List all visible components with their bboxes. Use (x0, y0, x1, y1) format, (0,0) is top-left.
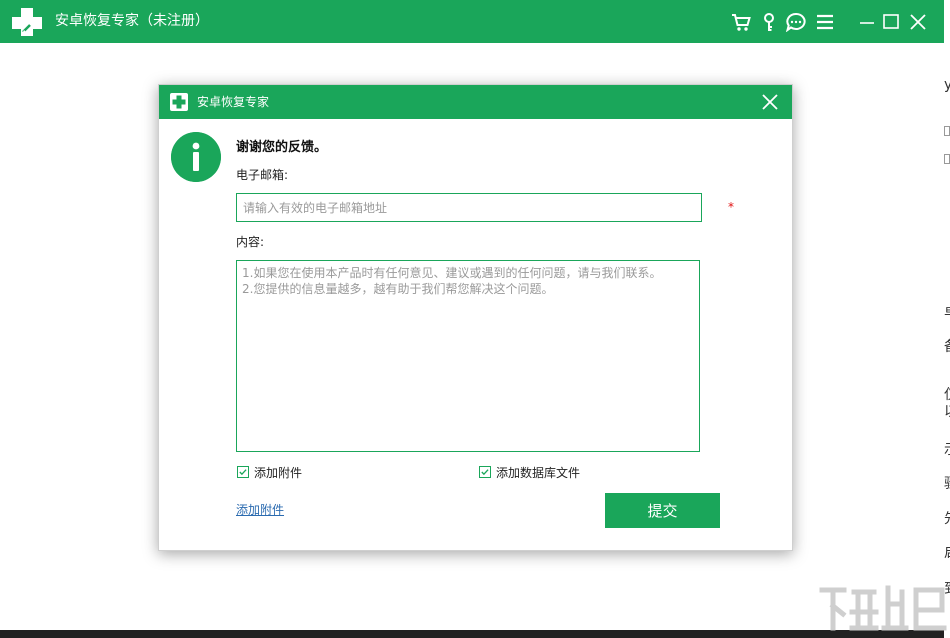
dialog-logo-icon (170, 93, 188, 111)
content-textarea[interactable] (236, 260, 700, 452)
thanks-message: 谢谢您的反馈。 (236, 140, 328, 155)
maximize-icon[interactable] (880, 12, 902, 32)
chat-icon[interactable] (785, 12, 807, 32)
bottom-edge (0, 630, 944, 638)
dialog-title: 安卓恢复专家 (197, 95, 270, 109)
info-icon (171, 132, 221, 182)
dialog-title-bar: 安卓恢复专家 (159, 85, 792, 119)
title-bar: 安卓恢复专家（未注册） (0, 0, 944, 43)
side-fragment: 仅 (944, 388, 950, 402)
side-fragment: 骤 (944, 477, 950, 491)
add-attachment-link[interactable]: 添加附件 (236, 502, 284, 518)
side-fragment: 卓 (944, 305, 950, 319)
side-control (944, 154, 950, 164)
side-fragment: 备 (944, 340, 950, 354)
feedback-dialog: 安卓恢复专家 谢谢您的反馈。 电子邮箱: * 内容: 添加附件 添加数据库文件 … (158, 84, 793, 551)
email-input[interactable] (236, 193, 702, 222)
side-fragment: 先 (944, 512, 950, 526)
menu-icon[interactable] (814, 12, 836, 32)
submit-button[interactable]: 提交 (605, 493, 720, 528)
side-fragment: 示 (944, 443, 950, 457)
content-label: 内容: (236, 235, 265, 249)
background-window-edge: y 卓 备 仅 以 示 骤 先 启 到 (944, 0, 950, 638)
side-control (944, 126, 950, 136)
side-fragment: 以 (944, 405, 950, 419)
close-icon[interactable] (907, 12, 929, 32)
app-title: 安卓恢复专家（未注册） (55, 13, 209, 29)
cart-icon[interactable] (730, 12, 752, 32)
required-mark: * (728, 200, 734, 214)
watermark-logo (819, 585, 947, 631)
side-fragment: 启 (944, 546, 950, 560)
minimize-icon[interactable] (856, 12, 878, 32)
database-checkbox-label: 添加数据库文件 (496, 466, 581, 480)
side-fragment: y (944, 77, 950, 93)
app-logo-icon (12, 8, 42, 36)
key-icon[interactable] (758, 12, 780, 32)
attachment-checkbox[interactable] (237, 466, 249, 478)
attachment-checkbox-label: 添加附件 (254, 466, 303, 480)
email-label: 电子邮箱: (236, 168, 289, 182)
dialog-close-icon[interactable] (760, 92, 780, 112)
database-checkbox[interactable] (479, 466, 491, 478)
